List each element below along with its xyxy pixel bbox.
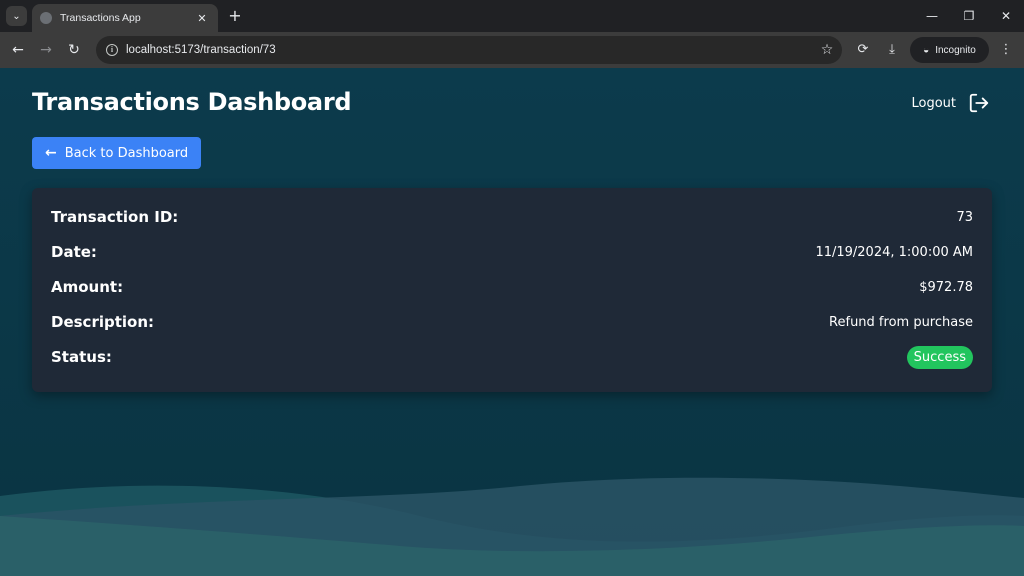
restore-icon[interactable]: ❐	[958, 6, 980, 26]
browser-toolbar: ← → ↻ i localhost:5173/transaction/73 ☆ …	[0, 32, 1024, 68]
tab-title: Transactions App	[60, 12, 141, 24]
download-icon[interactable]: ⤓	[882, 40, 902, 60]
status-row: Status: Success	[51, 345, 973, 369]
menu-kebab-icon[interactable]: ⋮	[996, 40, 1016, 60]
incognito-badge[interactable]: ◒ Incognito	[910, 37, 989, 63]
page-body: Transactions Dashboard Logout ← Back to …	[0, 68, 1024, 576]
minimize-icon[interactable]: —	[921, 6, 943, 26]
back-button-label: Back to Dashboard	[64, 145, 189, 161]
logout-icon	[969, 93, 989, 113]
bookmark-star-icon[interactable]: ☆	[812, 42, 842, 58]
back-to-dashboard-button[interactable]: ← Back to Dashboard	[32, 137, 202, 169]
logout-button[interactable]: Logout	[911, 92, 990, 114]
row-label: Description:	[51, 313, 155, 331]
page-title: Transactions Dashboard	[32, 88, 352, 116]
browser-tab[interactable]: Transactions App ✕	[32, 4, 218, 32]
arrow-left-icon: ←	[45, 145, 57, 161]
back-nav-icon[interactable]: ←	[8, 40, 28, 60]
new-tab-icon[interactable]: +	[226, 6, 244, 26]
status-badge: Success	[906, 345, 973, 369]
row-label: Amount:	[51, 278, 124, 296]
description-value: Refund from purchase	[829, 314, 973, 330]
browser-tab-bar: ⌄ Transactions App ✕ + — ❐ ✕	[0, 0, 1024, 32]
incognito-icon: ◒	[923, 44, 930, 56]
amount-row: Amount: $972.78	[51, 275, 973, 299]
url-text[interactable]: localhost:5173/transaction/73	[126, 44, 812, 56]
site-info-icon[interactable]: i	[106, 44, 118, 56]
date-row: Date: 11/19/2024, 1:00:00 AM	[51, 240, 973, 264]
background-waves	[0, 477, 1024, 576]
globe-icon	[40, 12, 52, 24]
tab-search-icon[interactable]: ⌄	[6, 6, 27, 26]
close-window-icon[interactable]: ✕	[995, 6, 1017, 26]
row-label: Transaction ID:	[51, 208, 179, 226]
logout-label: Logout	[911, 95, 956, 111]
date-value: 11/19/2024, 1:00:00 AM	[815, 244, 973, 260]
incognito-label: Incognito	[935, 44, 976, 56]
row-label: Status:	[51, 348, 112, 366]
forward-nav-icon[interactable]: →	[36, 40, 56, 60]
amount-value: $972.78	[919, 279, 973, 295]
description-row: Description: Refund from purchase	[51, 310, 973, 334]
address-bar[interactable]: i localhost:5173/transaction/73 ☆	[96, 36, 842, 64]
extension-icon[interactable]: ⟳	[853, 40, 873, 60]
row-label: Date:	[51, 243, 97, 261]
close-tab-icon[interactable]: ✕	[194, 12, 210, 25]
transaction-id-row: Transaction ID: 73	[51, 205, 973, 229]
transaction-details-card: Transaction ID: 73 Date: 11/19/2024, 1:0…	[32, 188, 992, 392]
reload-icon[interactable]: ↻	[64, 40, 84, 60]
transaction-id-value: 73	[956, 209, 973, 225]
